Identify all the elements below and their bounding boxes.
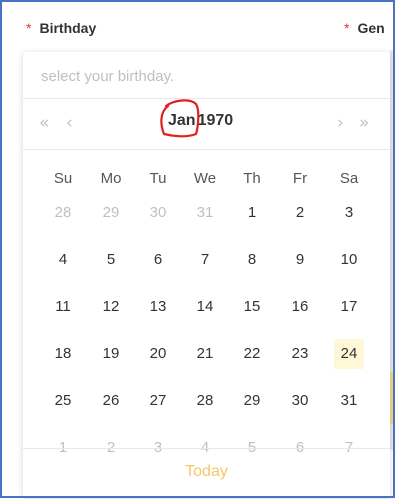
calendar-day[interactable]: 29	[96, 198, 126, 228]
prev-year-button[interactable]: «	[39, 113, 49, 133]
calendar-day[interactable]: 9	[285, 245, 315, 275]
next-year-button[interactable]: »	[359, 113, 369, 133]
calendar-day[interactable]: 4	[48, 245, 78, 275]
calendar-day[interactable]: 18	[48, 339, 78, 369]
calendar-day[interactable]: 28	[48, 198, 78, 228]
weekday-header: Su	[53, 170, 73, 187]
calendar-header: « ‹ Jan 1970 › »	[23, 99, 390, 150]
calendar-day[interactable]: 2	[285, 198, 315, 228]
required-mark: *	[26, 20, 32, 36]
calendar-day[interactable]: 1	[237, 198, 267, 228]
gender-label: * Gen	[344, 20, 385, 36]
calendar-day[interactable]: 22	[237, 339, 267, 369]
date-picker-popup: « ‹ Jan1970 › » SuMoTuWeThFrSa 282930311…	[23, 52, 390, 498]
calendar-day[interactable]: 13	[143, 292, 173, 322]
calendar-week-row: 11 12 13 14 15 16 17	[23, 292, 390, 339]
calendar-day[interactable]: 25	[48, 386, 78, 416]
calendar-day[interactable]: 5	[96, 245, 126, 275]
calendar-day[interactable]: 20	[143, 339, 173, 369]
calendar-day[interactable]: 29	[237, 386, 267, 416]
next-month-button[interactable]: ›	[337, 113, 344, 133]
calendar-week-row: 25 26 27 28 29 30 31	[23, 386, 390, 433]
calendar-day[interactable]: 11	[48, 292, 78, 322]
gender-label-text: Gen	[357, 20, 385, 36]
calendar-day[interactable]: 3	[334, 198, 364, 228]
weekday-header: Th	[243, 170, 261, 187]
weekday-header: Fr	[292, 170, 308, 187]
calendar-day[interactable]: 27	[143, 386, 173, 416]
month-select[interactable]: Jan	[160, 99, 200, 138]
calendar-day[interactable]: 16	[285, 292, 315, 322]
calendar-footer: Today	[23, 448, 390, 499]
weekday-header: Mo	[100, 170, 122, 187]
year-select[interactable]: 1970	[198, 112, 234, 129]
calendar-day[interactable]: 6	[143, 245, 173, 275]
calendar-day[interactable]: 17	[334, 292, 364, 322]
calendar-day-today[interactable]: 24	[334, 339, 364, 369]
weekday-header: Sa	[339, 170, 359, 187]
calendar-day[interactable]: 15	[237, 292, 267, 322]
calendar-day[interactable]: 23	[285, 339, 315, 369]
required-mark: *	[344, 20, 350, 36]
calendar-week-row: 18 19 20 21 22 23 24	[23, 339, 390, 386]
birthday-label: * Birthday	[26, 20, 96, 36]
month-label: Jan	[168, 112, 196, 129]
weekday-header-row: Su Mo Tu We Th Fr Sa	[23, 164, 390, 198]
calendar-day[interactable]: 7	[190, 245, 220, 275]
calendar-week-row: 28 29 30 31 1 2 3	[23, 198, 390, 245]
calendar-week-row: 4 5 6 7 8 9 10	[23, 245, 390, 292]
calendar-day[interactable]: 30	[143, 198, 173, 228]
today-button[interactable]: Today	[23, 463, 390, 481]
calendar-day[interactable]: 28	[190, 386, 220, 416]
calendar-day[interactable]: 21	[190, 339, 220, 369]
date-input-wrapper	[23, 52, 390, 99]
calendar-day[interactable]: 19	[96, 339, 126, 369]
calendar-body: Su Mo Tu We Th Fr Sa 28 29 30 31 1 2 3 4 5 6 7 8 9 10 11 12 13…	[23, 164, 390, 480]
prev-month-button[interactable]: ‹	[66, 113, 73, 133]
calendar-day[interactable]: 31	[334, 386, 364, 416]
calendar-day[interactable]: 10	[334, 245, 364, 275]
calendar-day[interactable]: 31	[190, 198, 220, 228]
birthday-label-text: Birthday	[39, 20, 97, 36]
form-label-row: * Birthday * Gen	[26, 20, 395, 42]
calendar-day[interactable]: 8	[237, 245, 267, 275]
birthday-date-input[interactable]	[39, 64, 373, 88]
weekday-header: We	[193, 170, 217, 187]
calendar-title: Jan 1970	[160, 99, 234, 138]
calendar-day[interactable]: 12	[96, 292, 126, 322]
calendar-grid: 28 29 30 31 1 2 3 4 5 6 7 8 9 10 11 12 13 14 15 16 17 18 19 20 2…	[23, 198, 390, 480]
calendar-day[interactable]: 14	[190, 292, 220, 322]
calendar-day[interactable]: 30	[285, 386, 315, 416]
weekday-header: Tu	[149, 170, 167, 187]
calendar-day[interactable]: 26	[96, 386, 126, 416]
